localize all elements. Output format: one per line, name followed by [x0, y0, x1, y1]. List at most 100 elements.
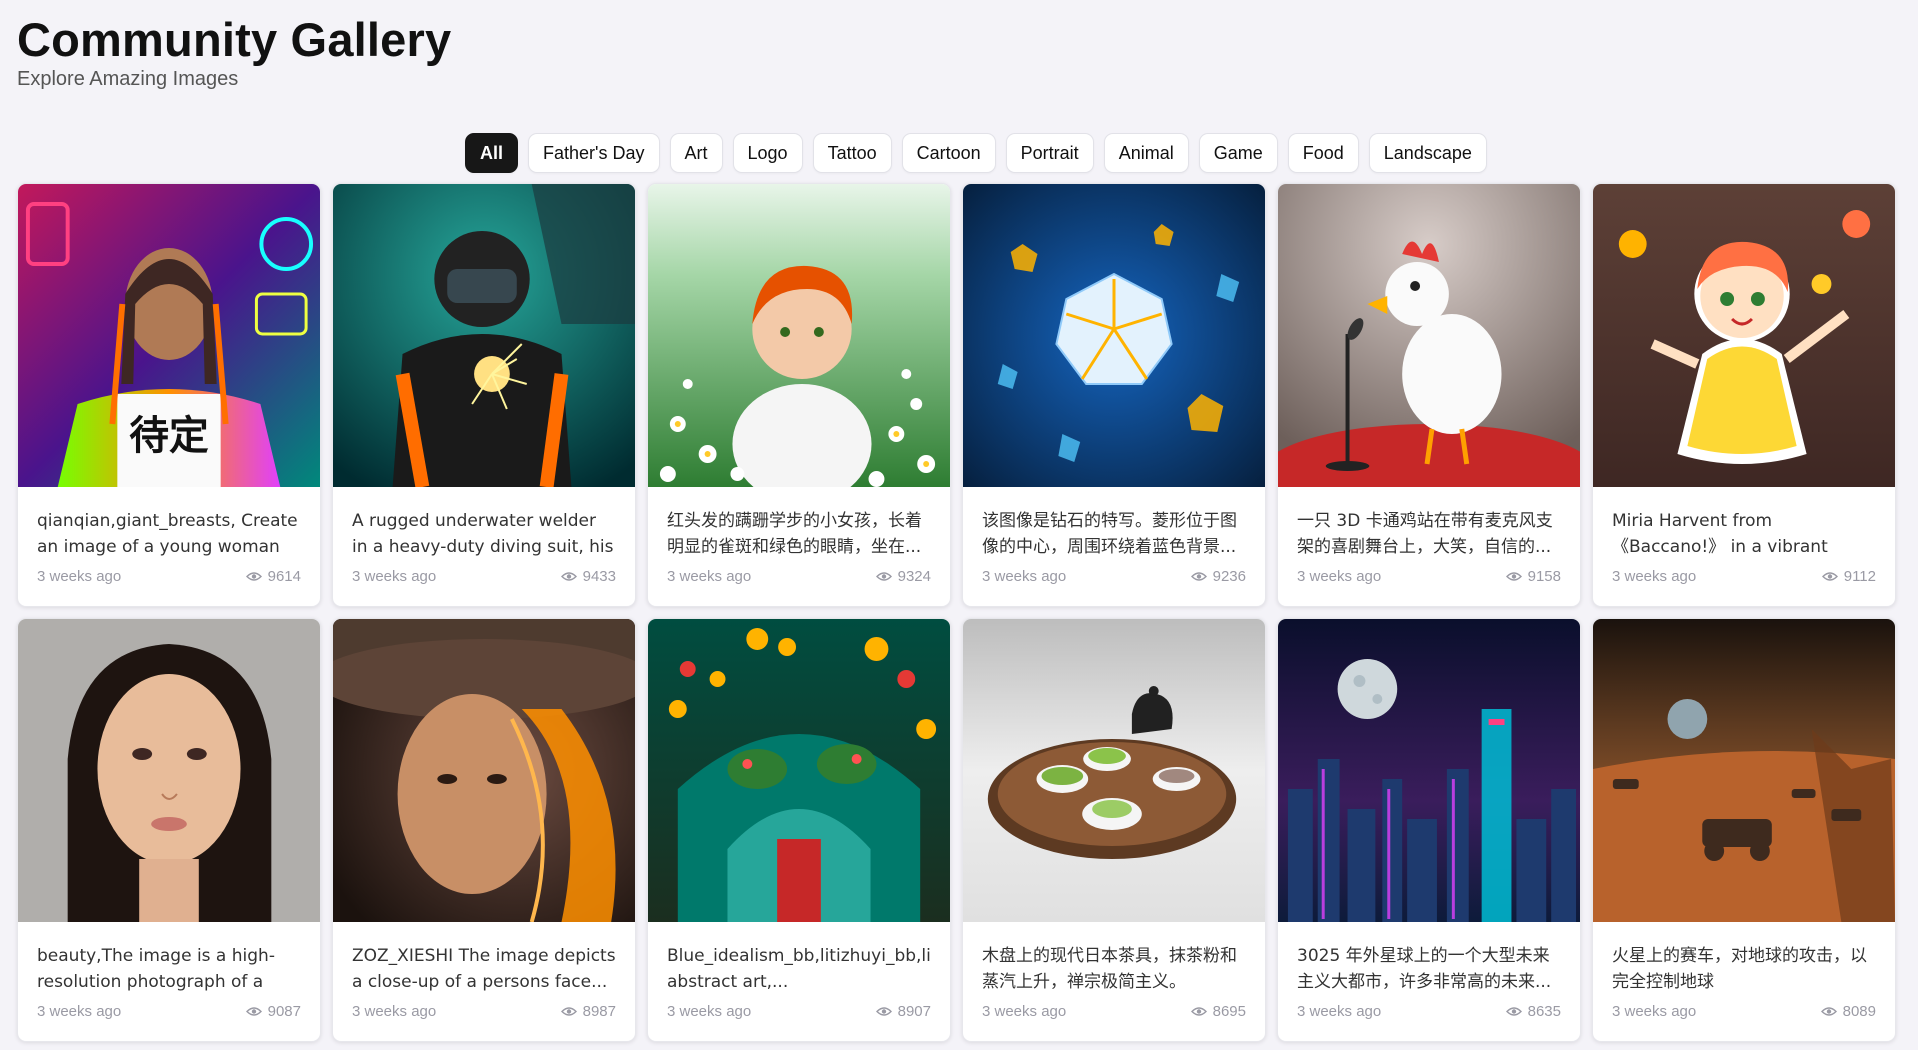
card-prompt: 木盘上的现代日本茶具，抹茶粉和蒸汽上升，禅宗极简主义。	[982, 946, 1237, 992]
tab-food[interactable]: Food	[1287, 133, 1359, 173]
card-timestamp: 3 weeks ago	[1612, 1003, 1697, 1020]
card-image-anime-sticker[interactable]	[1593, 184, 1895, 487]
gallery-card[interactable]: 红头发的蹒跚学步的小女孩，长着明显的雀斑和绿色的眼睛，坐在... 3 weeks …	[647, 183, 951, 607]
card-timestamp: 3 weeks ago	[37, 568, 122, 585]
card-view-number: 9236	[1212, 568, 1246, 585]
card-view-number: 9324	[897, 568, 931, 585]
card-image-dragon-lanterns[interactable]	[648, 619, 950, 922]
card-meta: 3 weeks ago 9614	[37, 568, 301, 585]
eye-icon	[245, 572, 262, 581]
card-image-beauty-portrait[interactable]	[18, 619, 320, 922]
tab-game[interactable]: Game	[1198, 133, 1278, 173]
tab-all[interactable]: All	[465, 133, 519, 173]
card-timestamp: 3 weeks ago	[982, 568, 1067, 585]
card-view-count: 9112	[1821, 568, 1876, 585]
card-image-cartoon-chicken[interactable]	[1278, 184, 1580, 487]
card-image-hat-portrait[interactable]	[333, 619, 635, 922]
eye-icon	[1505, 1007, 1522, 1016]
card-meta: 3 weeks ago 9112	[1612, 568, 1876, 585]
gallery-card[interactable]: A rugged underwater welder in a heavy-du…	[332, 183, 636, 607]
card-prompt: 一只 3D 卡通鸡站在带有麦克风支架的喜剧舞台上，大笑，自信的...	[1297, 511, 1553, 557]
card-body: A rugged underwater welder in a heavy-du…	[333, 487, 635, 606]
gallery-card[interactable]: 该图像是钻石的特写。菱形位于图像的中心，周围环绕着蓝色背景... 3 weeks …	[962, 183, 1266, 607]
card-body: ZOZ_XIESHI The image depicts a close-up …	[333, 922, 635, 1041]
card-body: 木盘上的现代日本茶具，抹茶粉和蒸汽上升，禅宗极简主义。 3 weeks ago 86…	[963, 922, 1265, 1041]
gallery-card[interactable]: Blue_idealism_bb,litizhuyi_bb,litizh abs…	[647, 618, 951, 1042]
card-image-mars-racers[interactable]	[1593, 619, 1895, 922]
card-image-daisy-field-child[interactable]	[648, 184, 950, 487]
card-meta: 3 weeks ago 8089	[1612, 1003, 1876, 1020]
card-meta: 3 weeks ago 9158	[1297, 568, 1561, 585]
card-prompt: 该图像是钻石的特写。菱形位于图像的中心，周围环绕着蓝色背景...	[982, 511, 1237, 557]
card-body: qianqian,giant_breasts, Create an image …	[18, 487, 320, 606]
tab-landscape[interactable]: Landscape	[1368, 133, 1487, 173]
card-view-count: 9087	[245, 1003, 301, 1020]
tab-cartoon[interactable]: Cartoon	[901, 133, 996, 173]
card-meta: 3 weeks ago 8695	[982, 1003, 1246, 1020]
card-body: 火星上的赛车，对地球的攻击，以完全控制地球 3 weeks ago 8089	[1593, 922, 1895, 1041]
eye-icon	[1821, 572, 1838, 581]
card-meta: 3 weeks ago 9324	[667, 568, 931, 585]
gallery-card[interactable]: 火星上的赛车，对地球的攻击，以完全控制地球 3 weeks ago 8089	[1592, 618, 1896, 1042]
card-prompt: 火星上的赛车，对地球的攻击，以完全控制地球	[1612, 946, 1867, 992]
card-timestamp: 3 weeks ago	[982, 1003, 1067, 1020]
eye-icon	[560, 572, 577, 581]
gallery-card[interactable]: 3025 年外星球上的一个大型未来主义大都市，许多非常高的未来... 3 week…	[1277, 618, 1581, 1042]
card-view-count: 8635	[1505, 1003, 1561, 1020]
card-body: 一只 3D 卡通鸡站在带有麦克风支架的喜剧舞台上，大笑，自信的... 3 week…	[1278, 487, 1580, 606]
card-image-neon-portrait[interactable]: 待定	[18, 184, 320, 487]
card-meta: 3 weeks ago 8987	[352, 1003, 616, 1020]
card-view-count: 9236	[1190, 568, 1246, 585]
gallery-card[interactable]: ZOZ_XIESHI The image depicts a close-up …	[332, 618, 636, 1042]
card-view-count: 9614	[245, 568, 301, 585]
card-image-future-city[interactable]	[1278, 619, 1580, 922]
gallery-card[interactable]: 一只 3D 卡通鸡站在带有麦克风支架的喜剧舞台上，大笑，自信的... 3 week…	[1277, 183, 1581, 607]
card-timestamp: 3 weeks ago	[37, 1003, 122, 1020]
card-body: 该图像是钻石的特写。菱形位于图像的中心，周围环绕着蓝色背景... 3 weeks …	[963, 487, 1265, 606]
eye-icon	[1190, 572, 1207, 581]
card-timestamp: 3 weeks ago	[1612, 568, 1697, 585]
eye-icon	[1820, 1007, 1837, 1016]
card-prompt: ZOZ_XIESHI The image depicts a close-up …	[352, 946, 616, 992]
gallery-card[interactable]: 待定 qianqian,giant_breasts, Create an ima…	[17, 183, 321, 607]
card-view-count: 8089	[1820, 1003, 1876, 1020]
card-view-number: 9614	[267, 568, 301, 585]
page-subtitle: Explore Amazing Images	[17, 67, 239, 90]
card-timestamp: 3 weeks ago	[1297, 568, 1382, 585]
card-prompt: qianqian,giant_breasts, Create an image …	[37, 511, 298, 557]
gallery-card[interactable]: beauty,The image is a high-resolution ph…	[17, 618, 321, 1042]
page-title: Community Gallery	[17, 13, 452, 66]
card-view-number: 9158	[1527, 568, 1561, 585]
eye-icon	[245, 1007, 262, 1016]
card-body: 红头发的蹒跚学步的小女孩，长着明显的雀斑和绿色的眼睛，坐在... 3 weeks …	[648, 487, 950, 606]
eye-icon	[1190, 1007, 1207, 1016]
eye-icon	[560, 1007, 577, 1016]
card-meta: 3 weeks ago 8635	[1297, 1003, 1561, 1020]
tab-portrait[interactable]: Portrait	[1005, 133, 1094, 173]
card-image-diamond-closeup[interactable]	[963, 184, 1265, 487]
card-body: beauty,The image is a high-resolution ph…	[18, 922, 320, 1041]
card-image-underwater-welder[interactable]	[333, 184, 635, 487]
card-prompt: Blue_idealism_bb,litizhuyi_bb,litizh abs…	[667, 946, 931, 992]
card-view-number: 8987	[582, 1003, 616, 1020]
card-view-count: 8907	[875, 1003, 931, 1020]
tab-animal[interactable]: Animal	[1103, 133, 1189, 173]
card-view-number: 8635	[1527, 1003, 1561, 1020]
svg-text:待定: 待定	[129, 413, 209, 459]
card-meta: 3 weeks ago 9236	[982, 568, 1246, 585]
tab-father-s-day[interactable]: Father's Day	[528, 133, 660, 173]
tab-tattoo[interactable]: Tattoo	[812, 133, 892, 173]
tab-logo[interactable]: Logo	[732, 133, 803, 173]
gallery-card[interactable]: 木盘上的现代日本茶具，抹茶粉和蒸汽上升，禅宗极简主义。 3 weeks ago 86…	[962, 618, 1266, 1042]
card-meta: 3 weeks ago 9433	[352, 568, 616, 585]
card-image-tea-set[interactable]	[963, 619, 1265, 922]
gallery-grid: 待定 qianqian,giant_breasts, Create an ima…	[17, 183, 1896, 1042]
category-tabs: All Father's Day Art Logo Tattoo Cartoon Portr…	[465, 133, 1487, 173]
card-body: Miria Harvent from 《Baccano!》 in a vibra…	[1593, 487, 1895, 606]
tab-art[interactable]: Art	[669, 133, 723, 173]
card-body: Blue_idealism_bb,litizhuyi_bb,litizh abs…	[648, 922, 950, 1041]
card-view-count: 8987	[560, 1003, 616, 1020]
card-prompt: A rugged underwater welder in a heavy-du…	[352, 511, 614, 557]
gallery-card[interactable]: Miria Harvent from 《Baccano!》 in a vibra…	[1592, 183, 1896, 607]
card-view-number: 8089	[1842, 1003, 1876, 1020]
